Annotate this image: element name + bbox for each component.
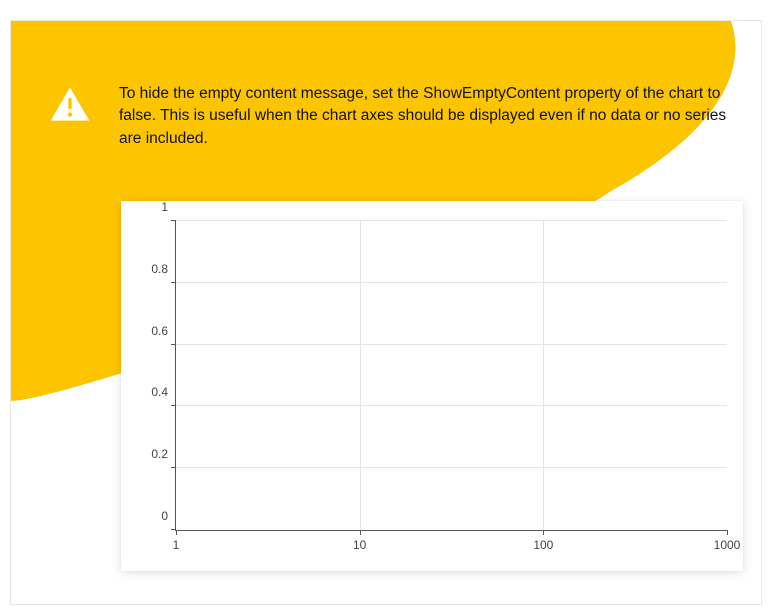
y-tick-label: 0.6: [151, 324, 176, 338]
y-tick-mark: [171, 467, 176, 468]
warning-icon: [49, 85, 91, 123]
info-callout: To hide the empty content message, set t…: [49, 83, 737, 150]
grid-horizontal: [176, 467, 727, 468]
content-frame: To hide the empty content message, set t…: [10, 20, 762, 605]
y-tick-mark: [171, 220, 176, 221]
x-tick-label: 100: [533, 530, 553, 552]
y-tick-mark: [171, 405, 176, 406]
grid-vertical: [543, 221, 544, 530]
y-tick-label: 0.4: [151, 385, 176, 399]
x-tick-label: 1: [173, 530, 180, 552]
y-tick-label: 0.8: [151, 262, 176, 276]
grid-horizontal: [176, 405, 727, 406]
chart-card: 1 10 100 1000 0 0.2 0.4 0.6 0.8 1: [121, 201, 743, 571]
y-tick-mark: [171, 282, 176, 283]
x-tick-label: 10: [353, 530, 366, 552]
grid-vertical: [360, 221, 361, 530]
y-tick-label: 0.2: [151, 447, 176, 461]
grid-horizontal: [176, 344, 727, 345]
y-tick-label: 0: [161, 509, 176, 523]
callout-text: To hide the empty content message, set t…: [119, 83, 731, 150]
grid-horizontal: [176, 282, 727, 283]
y-tick-mark: [171, 529, 176, 530]
y-tick-label: 1: [161, 200, 176, 214]
chart-plot-area: 110100100000.20.40.60.81: [175, 221, 727, 531]
x-tick-label: 1000: [714, 530, 741, 552]
grid-horizontal: [176, 220, 727, 221]
y-tick-mark: [171, 344, 176, 345]
